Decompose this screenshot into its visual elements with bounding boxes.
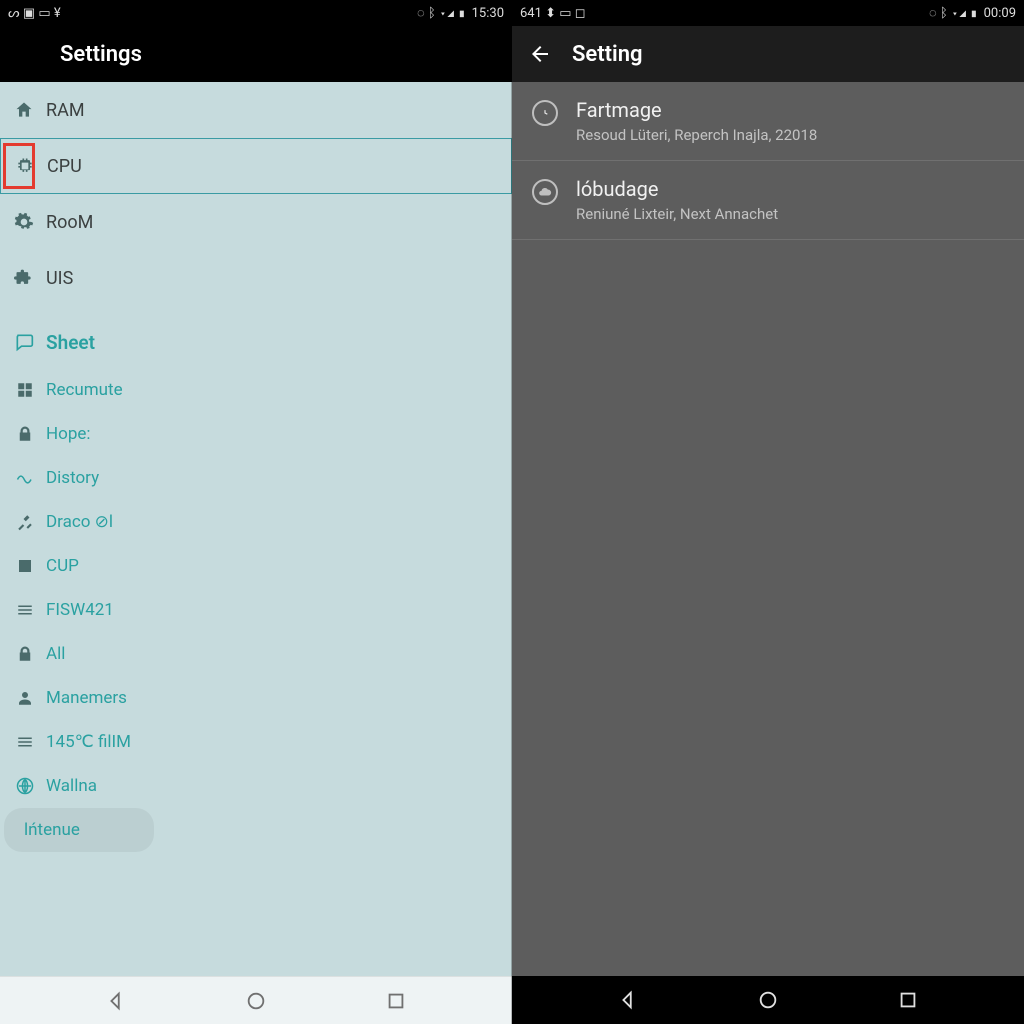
lock-icon xyxy=(14,643,36,665)
sub-item[interactable]: All xyxy=(0,632,512,676)
sub-item-label: Wallna xyxy=(46,776,97,796)
sub-item-label: Recumute xyxy=(46,380,123,400)
wave-icon xyxy=(14,467,36,489)
grid-icon xyxy=(14,379,36,401)
sub-item-label: 145℃ filIM xyxy=(46,732,131,752)
primary-item-uis[interactable]: UIS xyxy=(0,250,512,306)
lines-icon xyxy=(14,599,36,621)
nav-back-button[interactable] xyxy=(92,977,140,1024)
primary-item-cpu[interactable]: CPU xyxy=(0,138,512,194)
nav-back-button[interactable] xyxy=(604,976,652,1024)
section-sheet[interactable]: Sheet xyxy=(0,316,512,368)
puzzle-icon xyxy=(12,266,36,290)
sub-item-label: FISW421 xyxy=(46,600,114,620)
clock-icon xyxy=(532,100,558,126)
sub-item[interactable]: CUP xyxy=(0,544,512,588)
primary-item-label: UIS xyxy=(46,268,73,289)
setting-item[interactable]: lóbudage Reniuné Lixteir, Next Annachet xyxy=(512,161,1024,240)
sub-item[interactable]: Manemers xyxy=(0,676,512,720)
setting-item[interactable]: Fartmage Resoud Lüteri, Reperch Inajla, 2… xyxy=(512,82,1024,161)
back-button[interactable] xyxy=(524,38,556,70)
left-content: RAM CPU RooM UIS Sheet Recumute Hope: Distory… xyxy=(0,82,512,976)
setting-item-title: lóbudage xyxy=(576,177,1008,201)
status-right-group: ◌ ᛒ ▾◢ ▮ 00:09 xyxy=(929,5,1016,21)
left-appbar: Settings xyxy=(0,26,512,82)
sub-item[interactable]: Hope: xyxy=(0,412,512,456)
setting-item-subtitle: Reniuné Lixteir, Next Annachet xyxy=(576,205,1008,223)
setting-item-subtitle: Resoud Lüteri, Reperch Inajla, 22018 xyxy=(576,126,1008,144)
nav-recent-button[interactable] xyxy=(372,977,420,1024)
section-label: Sheet xyxy=(46,331,95,354)
sub-item-label: Distory xyxy=(46,468,99,488)
right-panel: 641 ⬍ ▭ ◻ ◌ ᛒ ▾◢ ▮ 00:09 Setting Fartmag… xyxy=(512,0,1024,1024)
sub-item[interactable]: Draco ⊘l xyxy=(0,500,512,544)
globe-icon xyxy=(14,775,36,797)
primary-item-label: CPU xyxy=(47,156,82,177)
sub-item-label: CUP xyxy=(46,556,79,576)
page-title: Settings xyxy=(60,42,142,67)
right-status-bar: 641 ⬍ ▭ ◻ ◌ ᛒ ▾◢ ▮ 00:09 xyxy=(512,0,1024,26)
status-time: 15:30 xyxy=(472,6,504,21)
left-navbar xyxy=(0,976,512,1024)
sub-item-label: Hope: xyxy=(46,424,91,444)
primary-item-ram[interactable]: RAM xyxy=(0,82,512,138)
sub-item[interactable]: Distory xyxy=(0,456,512,500)
gear-icon xyxy=(12,210,36,234)
primary-item-label: RooM xyxy=(46,212,93,233)
right-content: Fartmage Resoud Lüteri, Reperch Inajla, 2… xyxy=(512,82,1024,976)
back-button[interactable] xyxy=(12,38,44,70)
right-navbar xyxy=(512,976,1024,1024)
primary-item-room[interactable]: RooM xyxy=(0,194,512,250)
cloud-icon xyxy=(532,179,558,205)
status-left-glyphs: ᔕ ▣ ▭ ¥ xyxy=(8,6,61,21)
status-right-group: ◌ ᛒ ▾◢ ▮ 15:30 xyxy=(417,5,504,21)
home-icon xyxy=(12,98,36,122)
right-appbar: Setting xyxy=(512,26,1024,82)
sub-item-label: Manemers xyxy=(46,688,127,708)
sub-item-label: All xyxy=(46,644,65,664)
status-right-glyphs: ◌ ᛒ ▾◢ ▮ xyxy=(417,5,466,21)
left-status-bar: ᔕ ▣ ▭ ¥ ◌ ᛒ ▾◢ ▮ 15:30 xyxy=(0,0,512,26)
status-time: 00:09 xyxy=(984,6,1016,21)
status-left-glyphs: 641 ⬍ ▭ ◻ xyxy=(520,6,586,21)
left-panel: ᔕ ▣ ▭ ¥ ◌ ᛒ ▾◢ ▮ 15:30 Settings RAM CPU Ro… xyxy=(0,0,512,1024)
lock-icon xyxy=(14,423,36,445)
nav-home-button[interactable] xyxy=(232,977,280,1024)
nav-home-button[interactable] xyxy=(744,976,792,1024)
sub-item[interactable]: FISW421 xyxy=(0,588,512,632)
down-box-icon xyxy=(14,555,36,577)
sub-item[interactable]: 145℃ filIM xyxy=(0,720,512,764)
nav-recent-button[interactable] xyxy=(884,976,932,1024)
chat-icon xyxy=(12,330,36,354)
sub-item[interactable]: lńtenue xyxy=(4,808,154,852)
setting-item-title: Fartmage xyxy=(576,98,1008,122)
sub-item[interactable]: Wallna xyxy=(0,764,512,808)
primary-item-label: RAM xyxy=(46,100,85,121)
sub-item[interactable]: Recumute xyxy=(0,368,512,412)
sub-item-label: Draco ⊘l xyxy=(46,512,113,532)
chip-icon xyxy=(13,154,37,178)
page-title: Setting xyxy=(572,42,643,67)
person-icon xyxy=(14,687,36,709)
sub-item-label: lńtenue xyxy=(24,820,80,840)
lines-icon xyxy=(14,731,36,753)
tools-icon xyxy=(14,511,36,533)
status-right-glyphs: ◌ ᛒ ▾◢ ▮ xyxy=(929,5,978,21)
